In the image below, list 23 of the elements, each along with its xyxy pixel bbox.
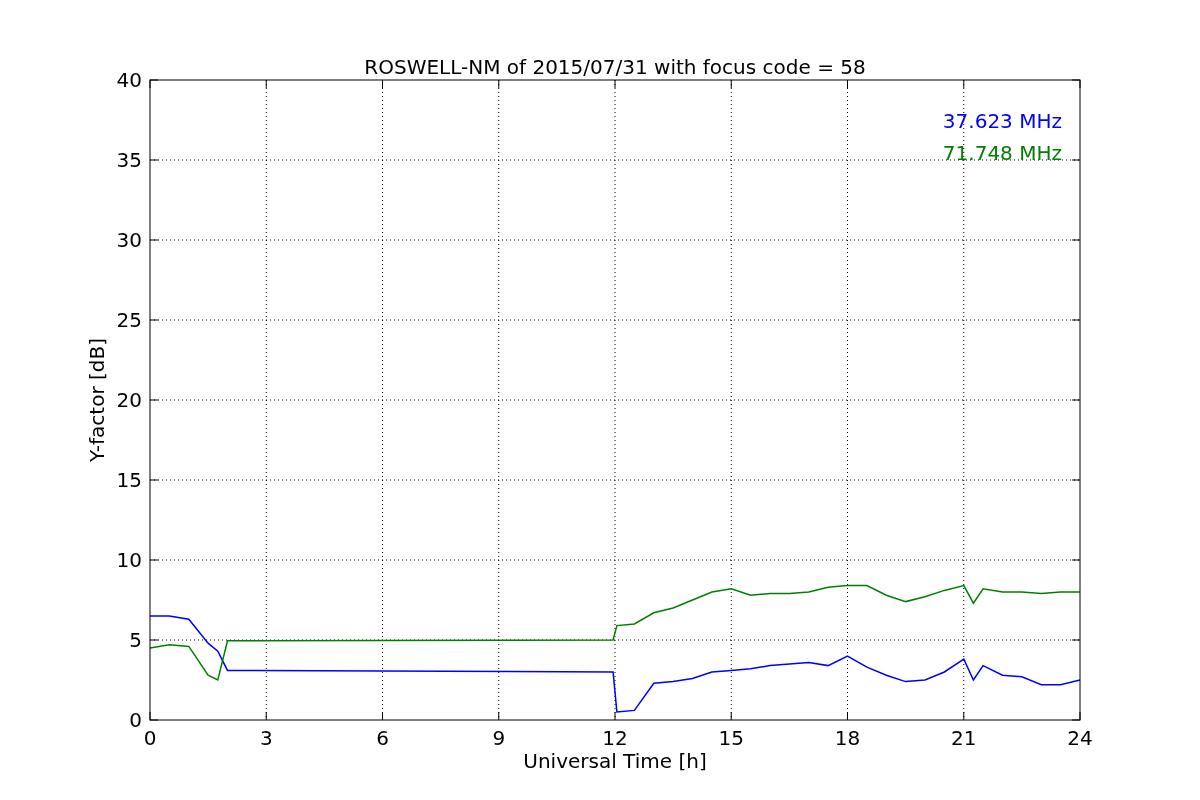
x-axis-label: Universal Time [h] [523,749,707,773]
x-tick-label: 3 [259,726,273,750]
y-tick-label: 5 [129,628,142,652]
y-tick-label: 25 [116,308,142,332]
y-tick-label: 40 [116,68,142,92]
chart-title: ROSWELL-NM of 2015/07/31 with focus code = 58 [364,55,866,79]
legend-label: 37.623 MHz [942,109,1062,133]
y-tick-label: 30 [116,228,142,252]
x-tick-label: 9 [492,726,506,750]
y-tick-label: 35 [116,148,142,172]
y-tick-label: 10 [116,548,142,572]
x-tick-label: 0 [143,726,157,750]
y-tick-label: 20 [116,388,142,412]
x-tick-label: 12 [602,726,628,750]
y-tick-label: 15 [116,468,142,492]
x-tick-label: 15 [718,726,744,750]
y-tick-label: 0 [129,708,142,732]
x-tick-label: 21 [951,726,977,750]
legend-label: 71.748 MHz [942,141,1062,165]
x-tick-label: 6 [376,726,389,750]
x-tick-label: 24 [1067,726,1093,750]
y-axis-label: Y-factor [dB] [85,338,109,462]
x-tick-label: 18 [834,726,861,750]
